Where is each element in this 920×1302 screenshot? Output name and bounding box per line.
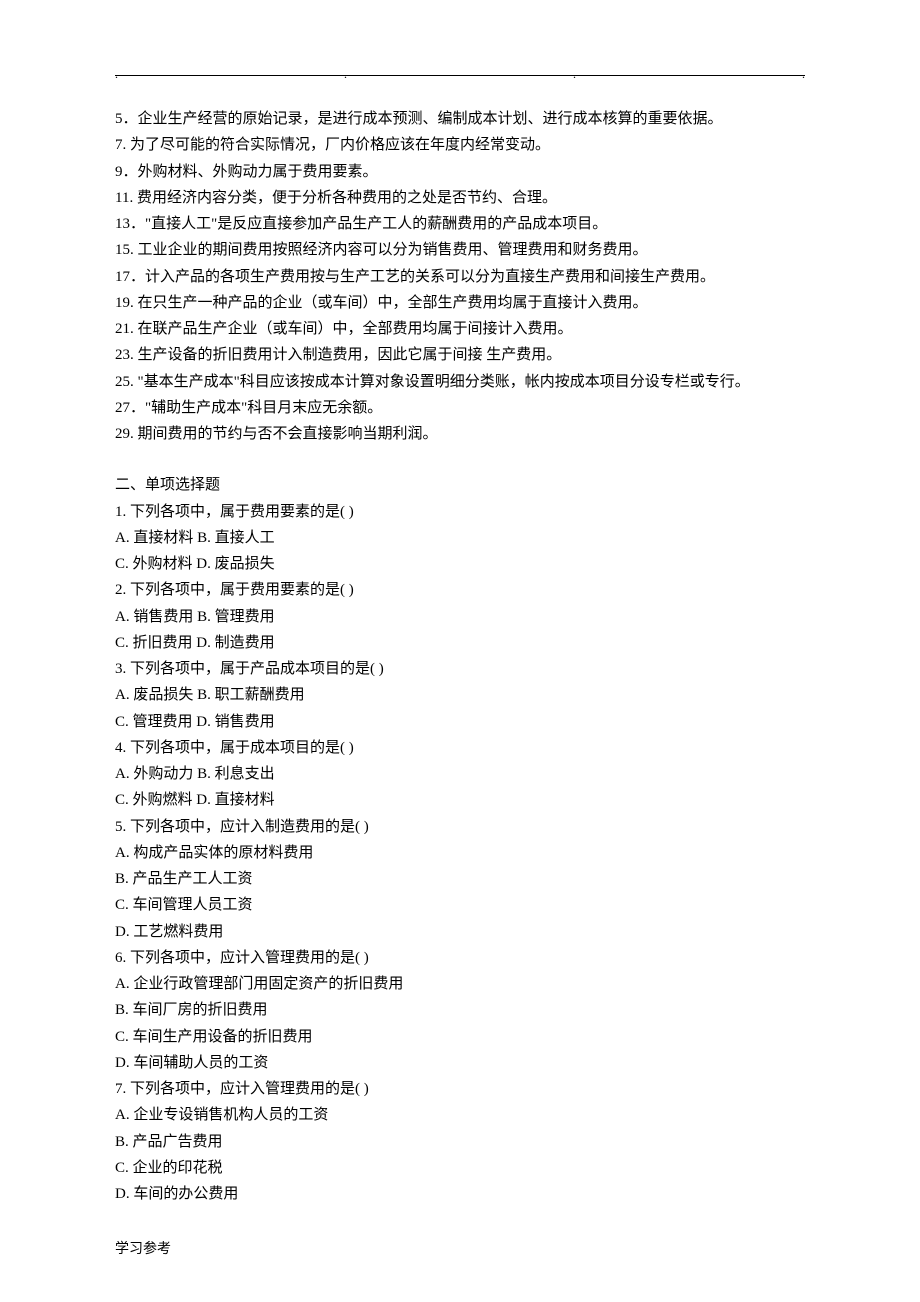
judgment-item-9: 9．外购材料、外购动力属于费用要素。: [115, 159, 805, 185]
dot: .: [802, 64, 805, 85]
mcq-6-option-c: C. 车间生产用设备的折旧费用: [115, 1024, 805, 1050]
mcq-6-stem: 6. 下列各项中，应计入管理费用的是( ): [115, 945, 805, 971]
dot: .: [344, 64, 347, 85]
mcq-4-options-cd: C. 外购燃料 D. 直接材料: [115, 787, 805, 813]
mcq-2-options-ab: A. 销售费用 B. 管理费用: [115, 604, 805, 630]
mcq-5-option-a: A. 构成产品实体的原材料费用: [115, 840, 805, 866]
mcq-7-option-b: B. 产品广告费用: [115, 1129, 805, 1155]
mcq-7-option-a: A. 企业专设销售机构人员的工资: [115, 1102, 805, 1128]
mcq-2-stem: 2. 下列各项中，属于费用要素的是( ): [115, 577, 805, 603]
judgment-item-27: 27．"辅助生产成本"科目月末应无余额。: [115, 395, 805, 421]
mcq-6-option-d: D. 车间辅助人员的工资: [115, 1050, 805, 1076]
mcq-7-option-c: C. 企业的印花税: [115, 1155, 805, 1181]
judgment-item-11: 11. 费用经济内容分类，便于分析各种费用的之处是否节约、合理。: [115, 185, 805, 211]
judgment-item-17: 17．计入产品的各项生产费用按与生产工艺的关系可以分为直接生产费用和间接生产费用…: [115, 264, 805, 290]
section-2-title: 二、单项选择题: [115, 472, 805, 498]
judgment-item-29: 29. 期间费用的节约与否不会直接影响当期利润。: [115, 421, 805, 447]
mcq-6-option-a: A. 企业行政管理部门用固定资产的折旧费用: [115, 971, 805, 997]
mcq-4-stem: 4. 下列各项中，属于成本项目的是( ): [115, 735, 805, 761]
judgment-item-13: 13．"直接人工"是反应直接参加产品生产工人的薪酬费用的产品成本项目。: [115, 211, 805, 237]
document-page: . . . . 5．企业生产经营的原始记录，是进行成本预测、编制成本计划、进行成…: [0, 0, 920, 1302]
mcq-1-options-ab: A. 直接材料 B. 直接人工: [115, 525, 805, 551]
mcq-3-options-ab: A. 废品损失 B. 职工薪酬费用: [115, 682, 805, 708]
judgment-item-15: 15. 工业企业的期间费用按照经济内容可以分为销售费用、管理费用和财务费用。: [115, 237, 805, 263]
mcq-5-option-b: B. 产品生产工人工资: [115, 866, 805, 892]
mcq-3-stem: 3. 下列各项中，属于产品成本项目的是( ): [115, 656, 805, 682]
mcq-1-options-cd: C. 外购材料 D. 废品损失: [115, 551, 805, 577]
mcq-4-options-ab: A. 外购动力 B. 利息支出: [115, 761, 805, 787]
mcq-7-stem: 7. 下列各项中，应计入管理费用的是( ): [115, 1076, 805, 1102]
page-footer: 学习参考: [115, 1238, 171, 1263]
judgment-item-7: 7. 为了尽可能的符合实际情况，厂内价格应该在年度内经常变动。: [115, 132, 805, 158]
mcq-6-option-b: B. 车间厂房的折旧费用: [115, 997, 805, 1023]
header-dots: . . . .: [115, 64, 805, 85]
judgment-item-23: 23. 生产设备的折旧费用计入制造费用，因此它属于间接 生产费用。: [115, 342, 805, 368]
judgment-item-21: 21. 在联产品生产企业（或车间）中，全部费用均属于间接计入费用。: [115, 316, 805, 342]
header-rule: . . . .: [115, 75, 805, 76]
mcq-5-option-c: C. 车间管理人员工资: [115, 892, 805, 918]
judgment-item-25: 25. "基本生产成本"科目应该按成本计算对象设置明细分类账，帐内按成本项目分设…: [115, 369, 805, 395]
mcq-7-option-d: D. 车间的办公费用: [115, 1181, 805, 1207]
judgment-item-19: 19. 在只生产一种产品的企业（或车间）中，全部生产费用均属于直接计入费用。: [115, 290, 805, 316]
dot: .: [573, 64, 576, 85]
mcq-5-option-d: D. 工艺燃料费用: [115, 919, 805, 945]
dot: .: [115, 64, 118, 85]
mcq-1-stem: 1. 下列各项中，属于费用要素的是( ): [115, 499, 805, 525]
mcq-5-stem: 5. 下列各项中，应计入制造费用的是( ): [115, 814, 805, 840]
mcq-3-options-cd: C. 管理费用 D. 销售费用: [115, 709, 805, 735]
judgment-item-5: 5．企业生产经营的原始记录，是进行成本预测、编制成本计划、进行成本核算的重要依据…: [115, 106, 805, 132]
section-spacer: [115, 447, 805, 472]
mcq-2-options-cd: C. 折旧费用 D. 制造费用: [115, 630, 805, 656]
document-body: 5．企业生产经营的原始记录，是进行成本预测、编制成本计划、进行成本核算的重要依据…: [115, 106, 805, 1207]
